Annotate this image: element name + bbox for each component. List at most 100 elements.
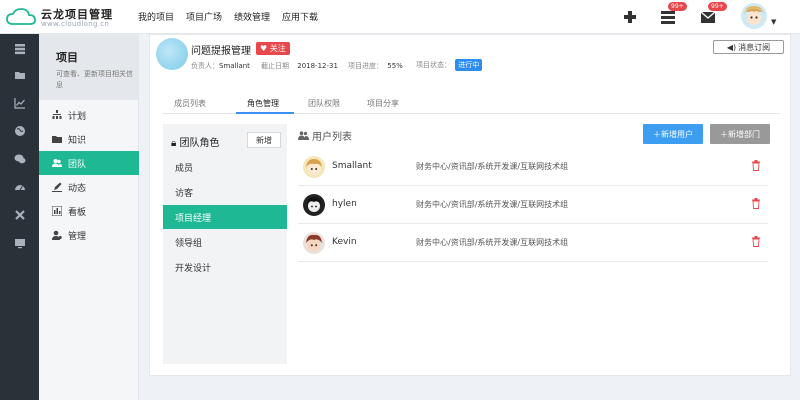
logo[interactable]: 云龙项目管理 www.cloudlong.cn: [6, 4, 136, 30]
sidebar-item-board[interactable]: 看板: [39, 199, 139, 223]
avatar-kevin-icon: [303, 232, 325, 254]
sidebar-item-label: 看板: [68, 207, 87, 218]
speaker-icon: ◀): [726, 42, 737, 52]
user-avatar[interactable]: [741, 3, 767, 29]
project-progress: 项目进度： 55%: [348, 61, 403, 71]
rail-layers[interactable]: [0, 36, 39, 62]
deadline-value: 2018-12-31: [297, 62, 338, 70]
chat-icon: [14, 154, 25, 164]
sidebar-item-label: 知识: [68, 135, 87, 146]
roles-title: 🔒︎ 团队角色: [171, 134, 220, 149]
follow-button[interactable]: ♥ 关注: [256, 42, 290, 55]
tab-share[interactable]: 项目分享: [367, 98, 399, 109]
tab-members[interactable]: 成员列表: [174, 98, 206, 109]
role-item-leadership[interactable]: 领导组: [163, 230, 287, 254]
active-tab-indicator: [236, 112, 294, 114]
rail-globe[interactable]: [0, 118, 39, 144]
tools-icon: [14, 210, 25, 220]
add-department-button[interactable]: ＋新增部门: [710, 124, 770, 144]
tasks-badge: 99+: [668, 2, 687, 11]
chevron-down-icon[interactable]: ▼: [771, 18, 776, 26]
sidebar-item-label: 管理: [68, 231, 87, 242]
tab-permissions[interactable]: 团队权限: [308, 98, 340, 109]
add-user-button[interactable]: ＋新增用户: [643, 124, 703, 144]
rail-monitor[interactable]: [0, 230, 39, 256]
tasks-button[interactable]: 99+: [660, 2, 687, 26]
sidebar-item-activity[interactable]: 动态: [39, 175, 139, 199]
user-list-title: 用户列表: [298, 128, 352, 143]
mail-button[interactable]: 99+: [700, 2, 727, 26]
sidebar-item-knowledge[interactable]: 知识: [39, 127, 139, 151]
plus-icon: ＋: [653, 129, 661, 139]
dashboard-icon: [14, 185, 25, 191]
sidebar-item-label: 动态: [68, 183, 87, 194]
add-role-button[interactable]: 新增: [247, 132, 281, 148]
add-dept-label: 新增部门: [728, 129, 760, 139]
user-department: 财务中心/资讯部/系统开发课/互联网技术组: [416, 238, 569, 247]
rail-folder[interactable]: [0, 62, 39, 88]
project-deadline: 截止日期 2018-12-31: [261, 61, 338, 71]
user-name: Kevin: [332, 237, 357, 247]
users-icon: [52, 159, 62, 167]
trash-icon[interactable]: [751, 198, 761, 209]
plus-icon[interactable]: [622, 8, 638, 26]
nav-app-download[interactable]: 应用下载: [282, 10, 318, 23]
nav-project-plaza[interactable]: 项目广场: [186, 10, 222, 23]
project-avatar: [156, 38, 188, 70]
avatar-hylen-icon: [303, 194, 325, 216]
plus-icon: ＋: [720, 129, 728, 139]
heart-icon: ♥: [260, 44, 268, 53]
user-list-title-label: 用户列表: [312, 132, 352, 143]
rail-dashboard[interactable]: [0, 174, 39, 200]
status-label: 项目状态：: [416, 61, 451, 69]
nav-my-projects[interactable]: 我的项目: [138, 10, 174, 23]
trash-icon[interactable]: [751, 236, 761, 247]
user-name: hylen: [332, 199, 357, 209]
trash-icon[interactable]: [751, 160, 761, 171]
sitemap-icon: [52, 110, 62, 119]
sidebar-item-label: 计划: [68, 111, 87, 122]
lock-icon: 🔒︎: [171, 138, 177, 149]
tab-bar: 成员列表 角色管理 团队权限 项目分享: [162, 92, 780, 114]
sidebar-item-plan[interactable]: 计划: [39, 103, 139, 127]
sidebar-item-label: 团队: [68, 159, 87, 170]
status-badge: 进行中: [455, 59, 483, 71]
user-cog-icon: [52, 230, 62, 240]
pen-icon: [52, 182, 62, 192]
top-bar: 云龙项目管理 www.cloudlong.cn 我的项目 项目广场 绩效管理 应…: [0, 0, 800, 34]
progress-value: 55%: [387, 62, 403, 70]
role-item-dev-design[interactable]: 开发设计: [163, 255, 287, 279]
avatar-smallant-icon: [303, 156, 325, 178]
tab-roles[interactable]: 角色管理: [247, 98, 279, 109]
role-item-member[interactable]: 成员: [163, 155, 287, 179]
user-department: 财务中心/资讯部/系统开发课/互联网技术组: [416, 162, 569, 171]
role-item-visitor[interactable]: 访客: [163, 180, 287, 204]
deadline-label: 截止日期: [261, 62, 289, 70]
chart-icon: [13, 98, 25, 109]
project-owner: 负责人：Smallant: [191, 61, 250, 71]
add-user-label: 新增用户: [661, 129, 693, 139]
board-icon: [52, 206, 62, 216]
table-row: Smallant 财务中心/资讯部/系统开发课/互联网技术组: [298, 148, 768, 186]
project-sidebar: 项目 可查看、更新项目相关信息 计划 知识 团队 动态 看板 管理: [39, 34, 139, 400]
sidebar-description: 可查看、更新项目相关信息: [56, 70, 133, 89]
project-status: 项目状态： 进行中: [416, 59, 483, 71]
table-row: Kevin 财务中心/资讯部/系统开发课/互联网技术组: [298, 224, 768, 262]
role-item-project-manager[interactable]: 项目经理: [163, 205, 287, 229]
cloud-logo-icon: [6, 8, 36, 25]
rail-chart[interactable]: [0, 90, 39, 116]
user-name: Smallant: [332, 161, 372, 171]
sidebar-item-team[interactable]: 团队: [39, 151, 139, 175]
user-department: 财务中心/资讯部/系统开发课/互联网技术组: [416, 200, 569, 209]
sidebar-title: 项目: [56, 51, 78, 64]
icon-rail: [0, 34, 39, 400]
globe-icon: [14, 126, 25, 136]
rail-tools[interactable]: [0, 202, 39, 228]
rail-chat[interactable]: [0, 146, 39, 172]
nav-performance[interactable]: 绩效管理: [234, 10, 270, 23]
sidebar-item-manage[interactable]: 管理: [39, 223, 139, 247]
subscribe-label: 消息订阅: [738, 42, 771, 52]
avatar: [303, 156, 325, 178]
owner-value: Smallant: [219, 62, 250, 70]
subscribe-button[interactable]: ◀) 消息订阅: [713, 40, 784, 54]
